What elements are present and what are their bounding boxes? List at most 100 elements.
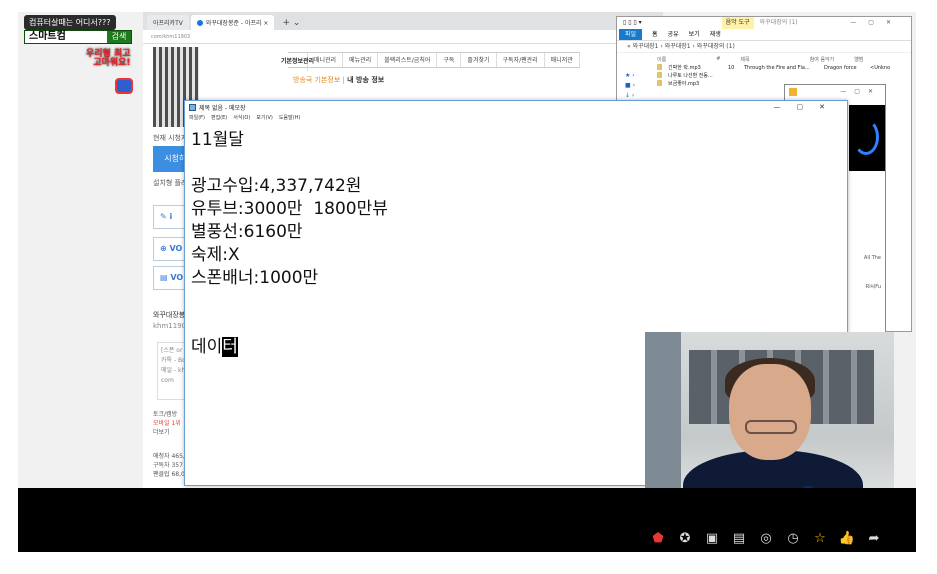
hot-badge-icon[interactable]: ⬟ xyxy=(648,529,668,547)
screenshot: 아프리카TV 와꾸대장봉준 - 아프리 × + ⌄ com/khm11903 현… xyxy=(0,0,937,574)
file-album: <Unkno xyxy=(870,65,891,71)
notepad-title: 제목 없음 - 메모장 xyxy=(199,104,246,112)
tab-afreecatv[interactable]: 아프리카TV xyxy=(147,15,189,30)
stream-frame: 아프리카TV 와꾸대장봉준 - 아프리 × + ⌄ com/khm11903 현… xyxy=(18,12,916,552)
column-header[interactable]: # xyxy=(716,56,720,63)
column-header[interactable]: 앨범 xyxy=(854,56,863,63)
nav-item[interactable]: 매니관리 xyxy=(308,53,344,67)
pencil-icon: ✎ xyxy=(160,212,167,221)
nav-item[interactable]: 블랙리스트/금칙어 xyxy=(378,53,438,67)
text-line: 11월달 xyxy=(191,130,244,150)
text-plain: 데이 xyxy=(191,337,223,357)
popup-video xyxy=(849,105,885,171)
text-line xyxy=(191,290,847,313)
text-line: 유투브:3000만 1800만뷰 xyxy=(191,199,388,219)
text-line: 스폰배너:1000만 xyxy=(191,268,319,288)
nav-pane-item[interactable]: ★ › xyxy=(625,71,635,81)
breadcrumb: 방송국 기본정보 | 내 방송 정보 xyxy=(293,75,384,85)
menu-format[interactable]: 서식(O) xyxy=(233,113,250,123)
webcam-video xyxy=(645,332,894,488)
nav-item[interactable]: 구독 xyxy=(437,53,462,67)
desktop: 아프리카TV 와꾸대장봉준 - 아프리 × + ⌄ com/khm11903 현… xyxy=(18,12,916,488)
file-name: 브금좋아.mp3 xyxy=(668,81,700,87)
window-controls[interactable]: —▢✕ xyxy=(840,85,885,99)
overlay-search-button: 검색 xyxy=(111,32,127,41)
share-icon[interactable]: ➦ xyxy=(864,529,884,547)
notepad-menubar: 파일(F) 편집(E) 서식(O) 보기(V) 도움말(H) xyxy=(185,113,847,123)
nav-item[interactable]: 메뉴관리 xyxy=(343,53,379,67)
nav-item[interactable]: 기본정보관리 xyxy=(281,53,314,71)
tv-logo-icon xyxy=(115,78,133,94)
text-line: 숙제:X xyxy=(191,245,240,265)
file-artist: Dragon force xyxy=(824,65,857,71)
column-header[interactable]: 이름 xyxy=(657,56,666,63)
file-title: Through the Fire and Fla... xyxy=(744,65,810,71)
menu-help[interactable]: 도움말(H) xyxy=(279,113,300,123)
balloon-icon[interactable]: ✪ xyxy=(675,529,695,547)
file-name: 나루토 나선환 전동... xyxy=(668,73,713,79)
sticker-line: 고마워요! xyxy=(93,58,131,68)
tab-station[interactable]: 와꾸대장봉준 - 아프리 × xyxy=(190,15,275,30)
explorer-path[interactable]: « 와꾸대장1 › 와꾸대장1 › 와꾸대장의 (1) xyxy=(617,41,911,53)
window-controls[interactable]: —▢✕ xyxy=(774,103,847,111)
grid-icon[interactable]: ▤ xyxy=(729,529,749,547)
audio-file-icon xyxy=(657,64,662,70)
audio-file-icon xyxy=(657,72,662,78)
file-num: 10 xyxy=(728,65,735,71)
notepad-icon xyxy=(189,103,196,111)
explorer-nav-pane: ★ › ■ › ↓ › xyxy=(625,71,635,101)
popup-titlebar: —▢✕ xyxy=(785,85,885,99)
overlay-sticker: 우리형 최고 고마워요! xyxy=(86,50,131,68)
nav-item[interactable]: 구독자/팬관리 xyxy=(497,53,545,67)
text-line: 광고수입:4,337,742원 xyxy=(191,176,362,196)
explorer-titlebar: ▯ ▯ ▯ ▾ 음악 도구 와꾸대장의 (1) —▢✕ xyxy=(617,17,911,29)
popup-text: All The xyxy=(863,255,881,261)
explorer-columns: 이름 # 제목 참여 음악가 앨범 xyxy=(617,53,911,64)
column-header[interactable]: 참여 음악가 xyxy=(810,56,835,63)
stream-actions: ⬟ ✪ ▣ ▤ ◎ ◷ ☆ 👍 ➦ xyxy=(648,528,908,548)
ribbon-file[interactable]: 파일 xyxy=(619,29,643,40)
ribbon-home[interactable]: 홈 xyxy=(652,29,658,40)
nav-pane-item[interactable]: ■ › xyxy=(625,81,635,91)
nav-item[interactable]: 매니저관 xyxy=(545,53,580,67)
overlay-search-text: 스마트컴 xyxy=(25,31,107,43)
clip-icon[interactable]: ▣ xyxy=(702,529,722,547)
breadcrumb-current: 내 방송 정보 xyxy=(347,76,385,84)
clock-icon[interactable]: ◷ xyxy=(783,529,803,547)
ribbon-share[interactable]: 공유 xyxy=(668,29,679,40)
column-header[interactable]: 제목 xyxy=(740,56,749,63)
gift-icon[interactable]: ◎ xyxy=(756,529,776,547)
star-icon[interactable]: ☆ xyxy=(810,529,830,547)
audio-file-icon xyxy=(657,80,662,86)
notepad-titlebar: 제목 없음 - 메모장 —▢✕ xyxy=(185,101,847,113)
film-icon: ▤ xyxy=(160,273,168,282)
file-row[interactable]: 긴박한 락.mp3 10 Through the Fire and Fla...… xyxy=(617,64,911,72)
thumbs-up-icon[interactable]: 👍 xyxy=(837,529,857,547)
overlay-title: 컴퓨터살때는 어디서??? xyxy=(24,15,116,30)
window-controls[interactable]: —▢✕ xyxy=(850,17,911,29)
popup-text: Ri씨Fu xyxy=(865,284,881,290)
menu-file[interactable]: 파일(F) xyxy=(189,113,205,123)
explorer-ribbon: 파일 홈 공유 보기 재생 xyxy=(617,29,911,41)
new-tab-button[interactable]: + ⌄ xyxy=(276,18,306,30)
plus-circle-icon: ⊕ xyxy=(160,244,167,253)
menu-view[interactable]: 보기(V) xyxy=(256,113,273,123)
explorer-title: 와꾸대장의 (1) xyxy=(759,19,798,26)
overlay-search: 스마트컴 검색 xyxy=(24,30,132,44)
ribbon-view[interactable]: 보기 xyxy=(689,29,700,40)
station-nav: 기본정보관리 매니관리 메뉴관리 블랙리스트/금칙어 구독 즐겨찾기 구독자/팬… xyxy=(281,52,580,71)
address-bar[interactable]: com/khm11903 xyxy=(143,30,663,44)
file-name: 긴박한 락.mp3 xyxy=(668,65,701,71)
tab-favicon-icon xyxy=(196,20,203,26)
breadcrumb-parent[interactable]: 방송국 기본정보 | xyxy=(293,76,345,84)
text-selection: 터 xyxy=(222,337,238,357)
text-line xyxy=(191,152,847,175)
folder-icon: ▯ ▯ ▯ ▾ xyxy=(623,19,642,26)
file-row[interactable]: 나루토 나선환 전동... xyxy=(617,72,911,80)
music-tools-tab[interactable]: 음악 도구 xyxy=(721,17,754,29)
nav-item[interactable]: 즐겨찾기 xyxy=(461,53,497,67)
text-line: 별풍선:6160만 xyxy=(191,222,303,242)
menu-edit[interactable]: 편집(E) xyxy=(211,113,227,123)
ribbon-play[interactable]: 재생 xyxy=(710,29,721,40)
app-icon xyxy=(789,88,797,96)
